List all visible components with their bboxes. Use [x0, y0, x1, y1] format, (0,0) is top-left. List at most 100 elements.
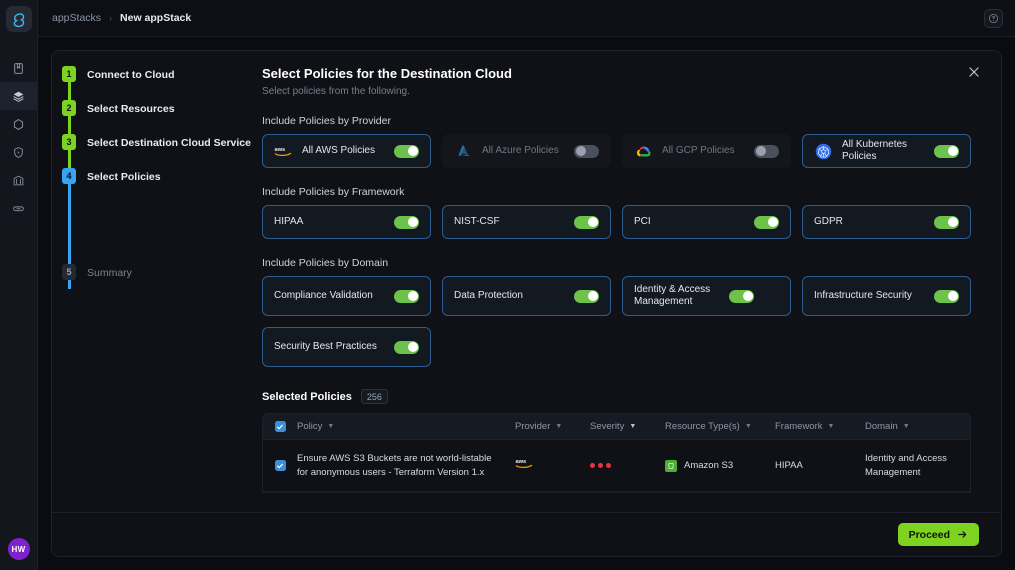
toggle-knob — [408, 291, 418, 301]
framework-card-hipaa[interactable]: HIPAA — [262, 205, 431, 239]
provider-card-label: All Kubernetes Policies — [842, 139, 934, 163]
column-header-provider[interactable]: Provider ▼ — [515, 421, 590, 432]
azure-logo-glyph — [456, 143, 472, 159]
column-header-framework-label: Framework — [775, 421, 823, 432]
framework-card-gdpr[interactable]: GDPR — [802, 205, 971, 239]
provider-toggle-aws[interactable] — [394, 145, 419, 158]
column-header-resource-type[interactable]: Resource Type(s) ▼ — [665, 421, 775, 432]
provider-toggle-azure[interactable] — [574, 145, 599, 158]
close-icon — [967, 65, 981, 79]
domain-toggle-identity-access-management[interactable] — [729, 290, 754, 303]
provider-card-label: All Azure Policies — [482, 145, 574, 157]
severity-dot — [598, 463, 603, 468]
avatar[interactable]: HW — [8, 538, 30, 560]
framework-card-nist-csf[interactable]: NIST-CSF — [442, 205, 611, 239]
main-column: appStacks › New appStack — [38, 0, 1015, 570]
domain-toggle-security-best-practices[interactable] — [394, 341, 419, 354]
domain-card-identity-access-management[interactable]: Identity & Access Management — [622, 276, 791, 316]
selected-policies-title: Selected Policies — [262, 391, 352, 403]
provider-card-aws[interactable]: aws All AWS Policies — [262, 134, 431, 168]
selected-policies-header: Selected Policies 256 — [262, 389, 971, 404]
stepper-step-2[interactable]: 2 Select Resources — [62, 100, 262, 134]
provider-card-gcp[interactable]: All GCP Policies — [622, 134, 791, 168]
framework-toggle-pci[interactable] — [754, 216, 779, 229]
table-row[interactable]: Ensure AWS S3 Buckets are not world-list… — [263, 440, 970, 492]
breadcrumb-separator: › — [109, 13, 112, 23]
column-header-policy[interactable]: Policy ▼ — [297, 421, 515, 432]
provider-card-label: All GCP Policies — [662, 145, 754, 157]
sidebar-item-bank[interactable] — [0, 166, 37, 194]
app-root: HW appStacks › New appStack — [0, 0, 1015, 570]
provider-card-kubernetes[interactable]: All Kubernetes Policies — [802, 134, 971, 168]
step-label: Select Policies — [87, 171, 161, 183]
stepper-step-3[interactable]: 3 Select Destination Cloud Service — [62, 134, 262, 168]
step-label: Connect to Cloud — [87, 69, 175, 81]
domain-card-label: Identity & Access Management — [634, 284, 729, 308]
provider-toggle-gcp[interactable] — [754, 145, 779, 158]
toggle-knob — [408, 342, 418, 352]
sidebar-item-shield[interactable] — [0, 138, 37, 166]
domain-toggle-data-protection[interactable] — [574, 290, 599, 303]
help-circle-icon — [988, 13, 999, 24]
chevron-down-icon: ▼ — [903, 423, 910, 430]
domain-card-data-protection[interactable]: Data Protection — [442, 276, 611, 316]
chevron-down-icon: ▼ — [555, 423, 562, 430]
kubernetes-logo-icon — [814, 142, 833, 161]
sidebar-item-book[interactable] — [0, 54, 37, 82]
framework-toggle-nist-csf[interactable] — [574, 216, 599, 229]
cell-resource-type: Amazon S3 — [665, 459, 775, 473]
domain-card-compliance-validation[interactable]: Compliance Validation — [262, 276, 431, 316]
column-header-domain[interactable]: Domain ▼ — [865, 421, 970, 432]
framework-toggle-gdpr[interactable] — [934, 216, 959, 229]
column-header-resource-type-label: Resource Type(s) — [665, 421, 740, 432]
workspace: 1 Connect to Cloud 2 Select Resources 3 … — [38, 37, 1015, 570]
sidebar-item-link[interactable] — [0, 194, 37, 222]
cell-resource-type-label: Amazon S3 — [684, 459, 733, 473]
cell-framework: HIPAA — [775, 459, 865, 473]
amazon-s3-icon — [665, 460, 677, 472]
step-badge: 3 — [62, 134, 76, 150]
help-button[interactable] — [984, 9, 1003, 28]
provider-card-label: All AWS Policies — [302, 145, 394, 157]
chevron-down-icon: ▼ — [327, 423, 334, 430]
toggle-knob — [576, 146, 586, 156]
column-header-severity[interactable]: Severity ▼ — [590, 421, 665, 432]
shield-icon — [12, 146, 25, 159]
toggle-knob — [948, 291, 958, 301]
selected-policies-count: 256 — [361, 389, 388, 404]
proceed-button[interactable]: Proceed — [898, 523, 979, 546]
framework-toggle-hipaa[interactable] — [394, 216, 419, 229]
framework-card-pci[interactable]: PCI — [622, 205, 791, 239]
stepper-step-4[interactable]: 4 Select Policies — [62, 168, 262, 202]
sidebar-item-layers[interactable] — [0, 82, 37, 110]
provider-card-azure[interactable]: All Azure Policies — [442, 134, 611, 168]
sidebar-item-hexagon[interactable] — [0, 110, 37, 138]
stepper-step-5[interactable]: 5 Summary — [62, 264, 262, 298]
step-badge: 4 — [62, 168, 76, 184]
domain-toggle-infrastructure-security[interactable] — [934, 290, 959, 303]
chevron-down-icon: ▼ — [629, 423, 636, 430]
chevron-down-icon: ▼ — [745, 423, 752, 430]
domain-toggle-compliance-validation[interactable] — [394, 290, 419, 303]
step-badge: 1 — [62, 66, 76, 82]
layers-icon — [12, 90, 25, 103]
aws-logo-glyph: aws — [274, 145, 293, 158]
domain-card-label: Compliance Validation — [274, 290, 394, 302]
framework-section-label: Include Policies by Framework — [262, 186, 971, 198]
close-button[interactable] — [965, 63, 983, 81]
wizard-stepper: 1 Connect to Cloud 2 Select Resources 3 … — [52, 51, 262, 556]
step-badge: 2 — [62, 100, 76, 116]
domain-card-security-best-practices[interactable]: Security Best Practices — [262, 327, 431, 367]
row-checkbox[interactable] — [275, 460, 286, 471]
appstacks-logo-icon[interactable] — [6, 6, 32, 32]
hexagon-icon — [12, 118, 25, 131]
policies-table: Policy ▼ Provider ▼ Severity ▼ — [262, 413, 971, 493]
step-label: Summary — [87, 267, 132, 279]
stepper-step-1[interactable]: 1 Connect to Cloud — [62, 66, 262, 100]
column-header-framework[interactable]: Framework ▼ — [775, 421, 865, 432]
domain-card-infrastructure-security[interactable]: Infrastructure Security — [802, 276, 971, 316]
framework-card-label: HIPAA — [274, 216, 394, 228]
breadcrumb-root[interactable]: appStacks — [52, 12, 101, 24]
select-all-checkbox[interactable] — [275, 421, 286, 432]
provider-toggle-kubernetes[interactable] — [934, 145, 959, 158]
